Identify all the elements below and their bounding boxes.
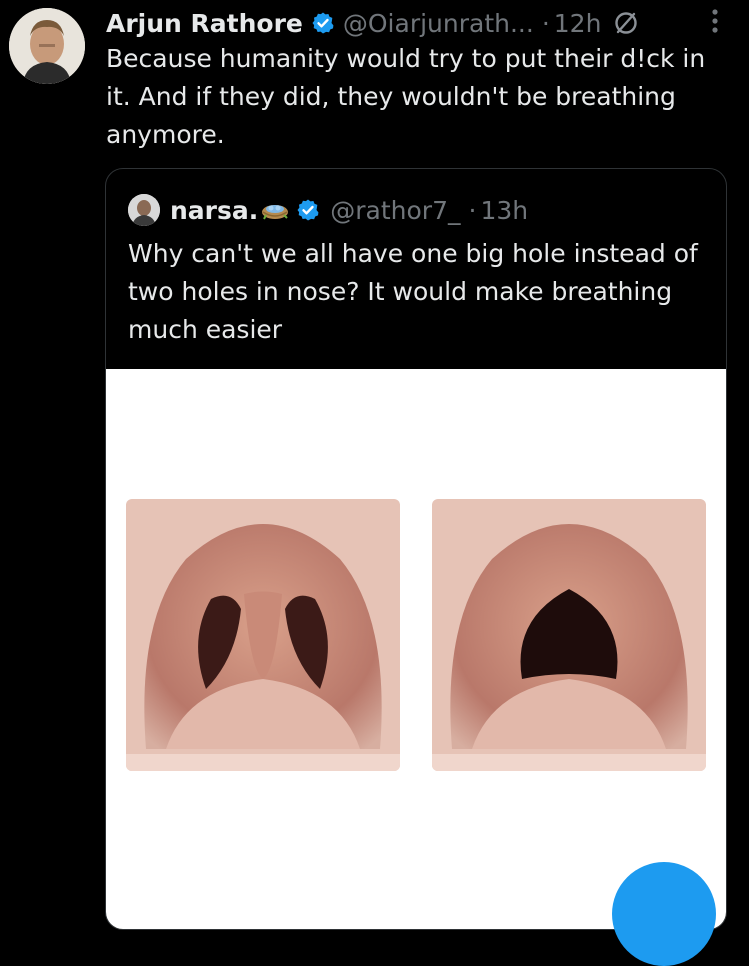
author-name[interactable]: Arjun Rathore	[106, 9, 303, 38]
author-avatar[interactable]	[9, 8, 85, 84]
quoted-tweet-text: Why can't we all have one big hole inste…	[128, 239, 698, 344]
separator: ·	[468, 195, 477, 225]
author-handle[interactable]: @Oiarjunrath...	[343, 9, 534, 38]
quoted-tweet-media[interactable]	[106, 369, 726, 929]
quoted-tweet-time[interactable]: 13h	[480, 196, 528, 225]
verified-badge-icon	[296, 198, 320, 222]
separator: ·	[541, 8, 550, 38]
tweet-time[interactable]: 12h	[554, 9, 602, 38]
nest-emoji-icon	[260, 199, 290, 221]
tweet-header: Arjun Rathore @Oiarjunrath... · 12h	[106, 6, 746, 40]
quoted-tweet[interactable]: narsa. @rathor7_ · 13h Why can't we all …	[105, 168, 727, 930]
verified-badge-icon	[311, 11, 335, 35]
nose-one-nostril-image	[432, 499, 706, 771]
nose-two-nostrils-image	[126, 499, 400, 771]
quoted-author-handle[interactable]: @rathor7_	[330, 196, 460, 225]
compose-button[interactable]	[612, 862, 716, 966]
more-options-icon[interactable]	[711, 6, 719, 36]
quoted-author-avatar[interactable]	[128, 194, 160, 226]
quoted-author-name[interactable]: narsa.	[170, 196, 258, 225]
tweet-text: Because humanity would try to put their …	[106, 44, 706, 149]
quoted-tweet-header: narsa. @rathor7_ · 13h	[128, 193, 528, 227]
no-entry-icon	[613, 10, 639, 36]
